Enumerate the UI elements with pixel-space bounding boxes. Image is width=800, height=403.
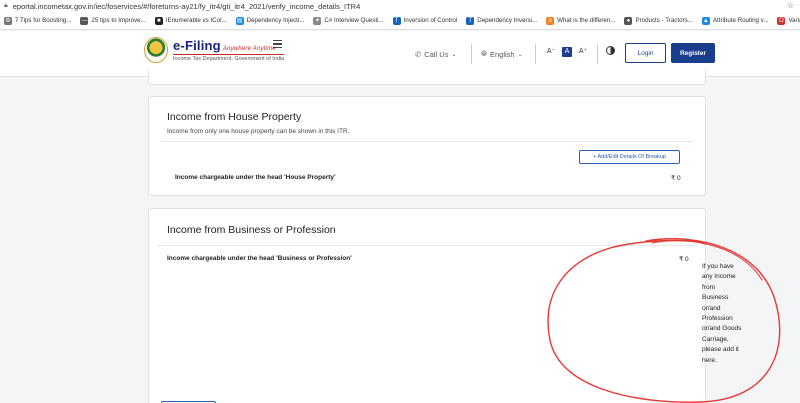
bookmark-label: Dependency Injecti... [246, 17, 305, 24]
bookmark-star-icon[interactable]: ☆ [787, 1, 794, 10]
bookmark-label: 25 tips to Improve... [91, 17, 146, 24]
person-icon: ▲ [701, 16, 710, 25]
section-title: Income from House Property [167, 111, 302, 123]
bookmark-label: Dependency Inversi... [477, 17, 538, 24]
income-head-value: ₹ 0 [671, 175, 681, 182]
address-bar[interactable]: 🔒︎ eportal.incometax.gov.in/iec/foservic… [0, 0, 800, 12]
language-label: English [490, 49, 515, 59]
bookmark-item[interactable]: ▲ Attribute Routing v... [701, 16, 769, 25]
globe-icon: 🌐︎ [481, 49, 487, 58]
chevron-down-icon: ⌄ [451, 51, 457, 58]
o-icon: O [777, 16, 786, 25]
bookmark-item[interactable]: ⚙ 7 Tips for Boosting... [4, 16, 72, 25]
bookmark-item[interactable]: ✶ C# Interview Questi... [313, 16, 384, 25]
logo-title: e-Filing [173, 38, 221, 53]
bookmark-label: IEnumerable vs ICol... [165, 17, 227, 24]
logo-subtitle: Income Tax Department, Government of Ind… [173, 54, 285, 62]
page-icon: ▤ [235, 16, 244, 25]
hamburger-menu-icon[interactable] [273, 40, 282, 50]
efiling-logo[interactable]: e-Filing Anywhere Anytime Income Tax Depa… [144, 37, 285, 63]
stack-icon: ≡ [546, 16, 555, 25]
bookmark-item[interactable]: —25 tips to Improve... [80, 16, 146, 25]
bookmark-label: Inversion of Control [403, 17, 458, 24]
section-description: Income from only one house property can … [167, 128, 350, 135]
font-normal-button[interactable]: A [562, 47, 572, 57]
font-decrease-button[interactable]: A⁻ [546, 47, 556, 57]
bookmark-item[interactable]: T Dependency Inversi... [466, 16, 538, 25]
bookmark-label: What is the differen... [557, 17, 616, 24]
bookmark-label: Variable Sc [788, 17, 800, 24]
dash-icon: — [80, 16, 89, 25]
gear-icon: ⚙ [4, 16, 12, 25]
chevron-down-icon: ⌄ [517, 51, 523, 58]
language-dropdown[interactable]: 🌐︎ English ⌄ [481, 40, 523, 68]
income-head-value: ₹ 0 [679, 256, 689, 263]
url-text: eportal.incometax.gov.in/iec/foservices/… [12, 1, 361, 11]
globe-icon: ● [624, 16, 633, 25]
font-size-controls: A⁻ A A⁺ [546, 44, 594, 60]
lock-icon: 🔒︎ [4, 2, 8, 9]
call-us-label: Call Us [424, 49, 449, 59]
dotnet-icon: ■ [154, 16, 163, 25]
bookmark-label: C# Interview Questi... [324, 17, 384, 24]
phone-icon: ✆ [415, 49, 422, 59]
income-head-label: Income chargeable under the head 'Busine… [167, 255, 352, 262]
bookmark-item[interactable]: ● Products - Tractors... [624, 16, 693, 25]
bookmark-label: Attribute Routing v... [712, 17, 769, 24]
divider [471, 44, 472, 64]
logo-tagline: Anywhere Anytime [222, 46, 276, 52]
divider [597, 44, 598, 64]
business-profession-card: Income from Business or Profession Incom… [148, 208, 706, 403]
previous-section-card [148, 70, 706, 85]
bookmark-label: Products - Tractors... [635, 17, 693, 24]
t-icon: T [466, 16, 475, 25]
login-button[interactable]: Login [625, 43, 666, 63]
bookmark-label: 7 Tips for Boosting... [15, 17, 72, 24]
business-help-note: If you have any Income from Business or/… [702, 263, 742, 364]
bookmarks-bar: ⚙ 7 Tips for Boosting... —25 tips to Impro… [0, 12, 800, 30]
t-icon: T [392, 16, 401, 25]
income-head-label: Income chargeable under the head 'House … [175, 174, 336, 181]
divider [161, 141, 693, 142]
call-us-dropdown[interactable]: ✆ Call Us ⌄ [415, 40, 457, 68]
bird-icon: ✶ [313, 16, 322, 25]
register-button[interactable]: Register [671, 43, 715, 63]
add-edit-breakup-button[interactable]: + Add/Edit Details Of Breakup [579, 150, 680, 164]
bookmark-item[interactable]: ▤ Dependency Injecti... [235, 16, 305, 25]
divider [535, 44, 536, 64]
bookmark-item[interactable]: ■ IEnumerable vs ICol... [154, 16, 227, 25]
house-property-card: Income from House Property Income from o… [148, 96, 706, 196]
contrast-icon[interactable] [606, 46, 615, 55]
font-increase-button[interactable]: A⁺ [578, 47, 588, 57]
emblem-icon [144, 37, 168, 63]
section-title: Income from Business or Profession [167, 224, 336, 236]
divider [157, 245, 697, 246]
bookmark-item[interactable]: T Inversion of Control [392, 16, 458, 25]
bookmark-item[interactable]: OVariable Sc [777, 16, 800, 25]
bookmark-item[interactable]: ≡ What is the differen... [546, 16, 616, 25]
